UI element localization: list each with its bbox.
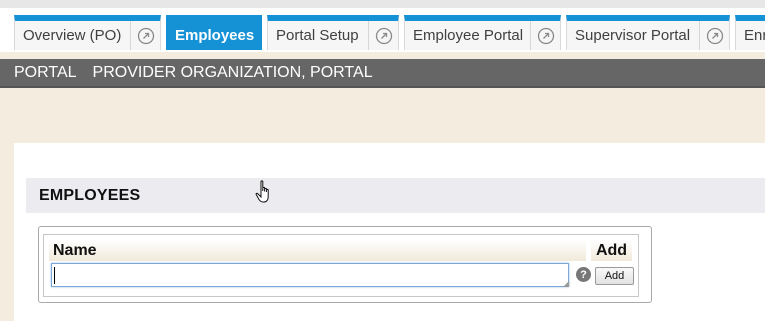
top-spacer: [0, 8, 765, 15]
resize-handle-icon[interactable]: ◢: [563, 280, 569, 288]
hand-pointer-cursor: [255, 180, 269, 203]
browser-top-strip: [0, 0, 765, 8]
text-caret: [54, 267, 55, 284]
add-employee-button[interactable]: Add: [595, 267, 634, 285]
section-title: EMPLOYEES: [39, 186, 141, 204]
tab-employees[interactable]: Employees: [166, 15, 262, 50]
tab-overview[interactable]: Overview (PO): [14, 15, 161, 50]
add-column-header: Add: [590, 240, 632, 261]
help-icon[interactable]: ?: [576, 267, 591, 282]
external-link-icon[interactable]: [699, 21, 729, 50]
org-name-label: PROVIDER ORGANIZATION, PORTAL: [92, 63, 373, 81]
employee-grid-panel: Name Add ◢ ? Add: [38, 226, 652, 303]
org-role-label: PORTAL: [14, 63, 77, 81]
tab-label: Portal Setup: [276, 27, 359, 44]
tab-portal-setup[interactable]: Portal Setup: [267, 15, 399, 50]
employee-name-input[interactable]: [51, 263, 569, 287]
external-link-icon[interactable]: [368, 21, 398, 50]
section-header: EMPLOYEES: [26, 178, 765, 213]
tab-label: Employees: [175, 27, 255, 44]
tab-label: Overview (PO): [23, 27, 122, 44]
tab-employee-portal[interactable]: Employee Portal: [404, 15, 561, 50]
tab-label: Enr: [744, 27, 765, 44]
employee-grid: Name Add ◢ ? Add: [43, 234, 639, 297]
tab-label: Employee Portal: [413, 27, 524, 44]
tab-supervisor-portal[interactable]: Supervisor Portal: [566, 15, 730, 50]
main-content: EMPLOYEES Name Add ◢ ? Add: [14, 143, 765, 321]
organization-bar: PORTAL PROVIDER ORGANIZATION, PORTAL: [0, 59, 765, 88]
tab-bar: Overview (PO) Employees Portal Setup Emp…: [0, 15, 765, 52]
external-link-icon[interactable]: [530, 21, 560, 50]
external-link-icon[interactable]: [130, 21, 160, 50]
tab-enrollment[interactable]: Enr: [735, 15, 765, 50]
tab-label: Supervisor Portal: [575, 27, 691, 44]
name-column-header: Name: [49, 240, 586, 261]
